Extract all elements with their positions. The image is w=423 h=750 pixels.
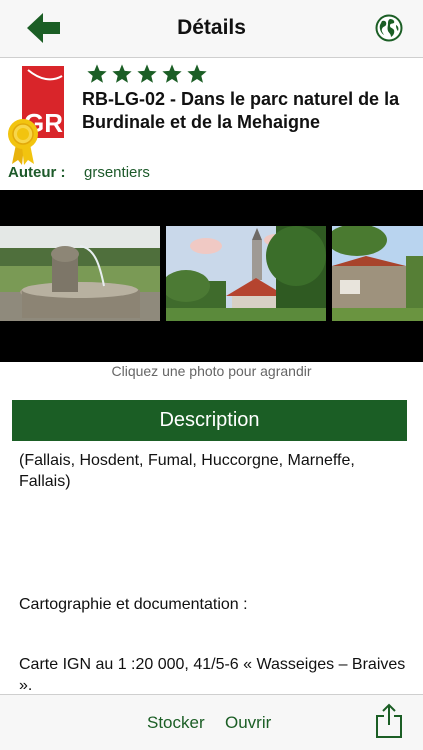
star-icon	[87, 64, 107, 83]
description-paragraph: (Fallais, Hosdent, Fumal, Huccorgne, Mar…	[19, 452, 355, 490]
photo-fountain[interactable]	[0, 226, 160, 321]
navigation-bar: Détails	[0, 0, 423, 58]
description-paragraph: Cartographie et documentation :	[19, 596, 248, 613]
description-paragraph: Carte IGN au 1 :20 000, 41/5-6 « Wasseig…	[19, 656, 406, 694]
page-title: Détails	[177, 16, 246, 39]
author-link[interactable]: grsentiers	[84, 164, 150, 181]
star-icon	[187, 64, 207, 83]
photo-stone-house[interactable]	[332, 226, 423, 321]
bottom-toolbar: Stocker Ouvrir	[0, 694, 423, 750]
gallery-hint: Cliquez une photo pour agrandir	[111, 363, 312, 379]
author-label: Auteur :	[8, 164, 66, 181]
star-icon	[137, 64, 157, 83]
rating-stars	[86, 63, 208, 85]
route-title: RB-LG-02 - Dans le parc naturel de la Bu…	[82, 89, 400, 132]
open-button[interactable]: Ouvrir	[225, 713, 271, 733]
award-medal-icon	[6, 118, 40, 166]
star-icon	[162, 64, 182, 83]
globe-icon[interactable]	[375, 14, 403, 42]
photo-village-church[interactable]	[166, 226, 326, 321]
store-button[interactable]: Stocker	[147, 713, 205, 733]
photo-gallery[interactable]	[0, 190, 423, 362]
description-body[interactable]: (Fallais, Hosdent, Fumal, Huccorgne, Mar…	[19, 450, 409, 694]
description-header: Description	[12, 400, 407, 441]
share-icon[interactable]	[375, 703, 403, 739]
star-icon	[112, 64, 132, 83]
